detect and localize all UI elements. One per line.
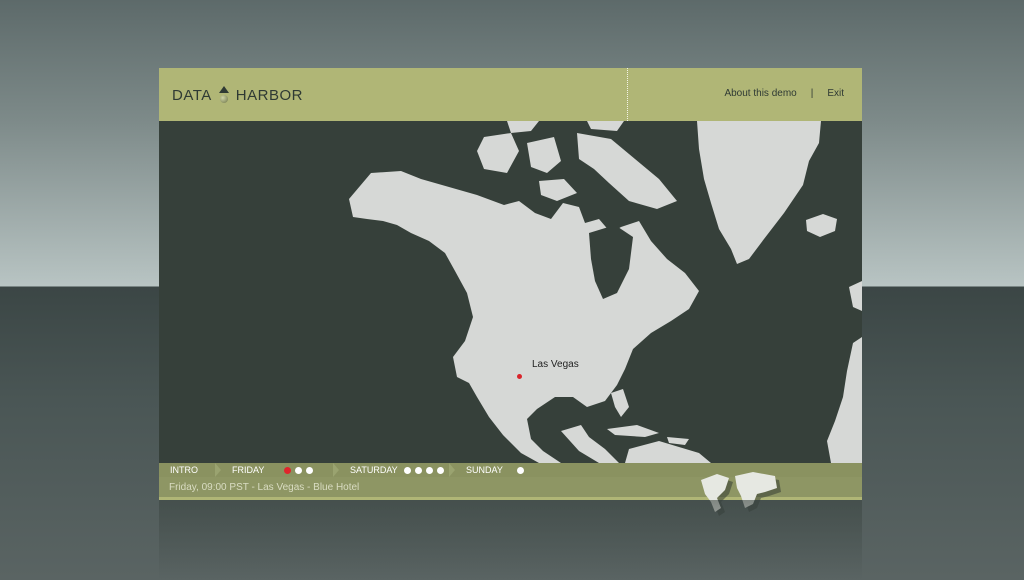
- brand-logo: DATA HARBOR: [172, 83, 303, 107]
- timeline-dot[interactable]: [436, 466, 444, 474]
- demo-window: DATA HARBOR About this demo | Exit Las V…: [159, 68, 862, 516]
- window-reflection: [159, 500, 862, 580]
- timeline-dot[interactable]: [295, 466, 303, 474]
- harbor-logo-icon: [218, 86, 230, 104]
- header-nav: About this demo | Exit: [724, 88, 844, 99]
- timeline-label-friday: FRIDAY: [232, 465, 265, 475]
- timeline-label-saturday: SATURDAY: [350, 465, 398, 475]
- nav-separator: |: [810, 88, 814, 99]
- timeline-dot-active[interactable]: [284, 466, 292, 474]
- timeline-segment-sunday[interactable]: SUNDAY: [455, 463, 545, 477]
- timeline-segment-friday[interactable]: FRIDAY: [221, 463, 339, 477]
- timeline-dot[interactable]: [403, 466, 411, 474]
- timeline-dot[interactable]: [516, 466, 524, 474]
- timeline-label-intro: INTRO: [170, 465, 198, 475]
- header-bar: DATA HARBOR About this demo | Exit: [159, 68, 862, 121]
- timeline-segment-saturday[interactable]: SATURDAY: [339, 463, 455, 477]
- friday-dots: [284, 466, 314, 474]
- timeline-dot[interactable]: [425, 466, 433, 474]
- timeline-segment-intro[interactable]: INTRO: [159, 463, 221, 477]
- timeline-dot[interactable]: [414, 466, 422, 474]
- header-divider: [627, 68, 628, 121]
- status-text: Friday, 09:00 PST - Las Vegas - Blue Hot…: [169, 481, 360, 493]
- north-america-map[interactable]: Las Vegas: [159, 121, 862, 463]
- about-link[interactable]: About this demo: [724, 88, 796, 99]
- timeline-label-sunday: SUNDAY: [466, 465, 503, 475]
- brand-left: DATA: [172, 86, 212, 104]
- saturday-dots: [403, 466, 444, 474]
- timeline-dot[interactable]: [306, 466, 314, 474]
- sunday-dots: [516, 466, 524, 474]
- brand-right: HARBOR: [235, 86, 303, 104]
- exit-link[interactable]: Exit: [827, 88, 844, 99]
- map-canvas: [159, 121, 862, 463]
- city-label-las-vegas: Las Vegas: [532, 359, 579, 370]
- city-marker-las-vegas[interactable]: [517, 374, 522, 379]
